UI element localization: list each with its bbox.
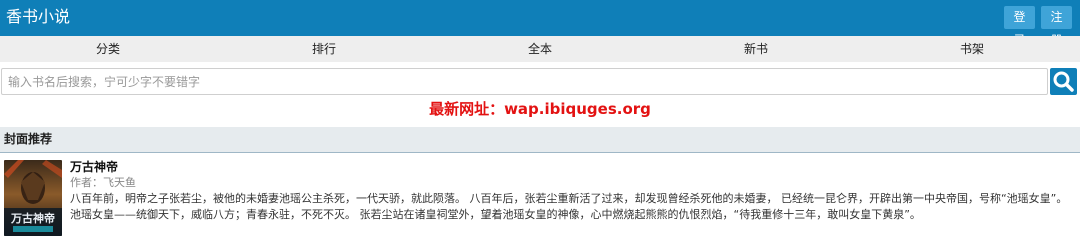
book-cover-text: 万古神帝 — [10, 211, 55, 225]
main-nav: 分类 排行 全本 新书 书架 — [0, 36, 1080, 62]
nav-item-bookshelf[interactable]: 书架 — [864, 36, 1080, 62]
nav-item-completed[interactable]: 全本 — [432, 36, 648, 62]
nav-item-new-books[interactable]: 新书 — [648, 36, 864, 62]
book-title[interactable]: 万古神帝 — [70, 159, 1076, 175]
book-cover[interactable]: 万古神帝 — [4, 160, 62, 236]
search-icon — [1053, 71, 1074, 92]
book-description: 八百年前，明帝之子张若尘，被他的未婚妻池瑶公主杀死，一代天骄，就此陨落。 八百年… — [70, 192, 1068, 221]
search-bar — [0, 67, 1080, 96]
section-title: 封面推荐 — [4, 132, 53, 146]
login-button[interactable]: 登录 — [1004, 6, 1035, 47]
section-header: 封面推荐 — [0, 127, 1080, 153]
book-cover-image: 万古神帝 — [4, 160, 62, 236]
search-input[interactable] — [1, 68, 1048, 95]
register-button[interactable]: 注册 — [1041, 6, 1072, 47]
top-header: 香书小说 登录 注册 — [0, 0, 1080, 47]
nav-item-ranking[interactable]: 排行 — [216, 36, 432, 62]
featured-book: 万古神帝 万古神帝 作者：飞天鱼 八百年前，明帝之子张若尘，被他的未婚妻池瑶公主… — [0, 156, 1080, 250]
site-title[interactable]: 香书小说 — [6, 6, 70, 28]
search-button[interactable] — [1050, 68, 1077, 95]
book-info: 万古神帝 作者：飞天鱼 八百年前，明帝之子张若尘，被他的未婚妻池瑶公主杀死，一代… — [70, 159, 1076, 223]
nav-item-category[interactable]: 分类 — [0, 36, 216, 62]
latest-url-notice: 最新网址：wap.ibiquges.org — [429, 100, 651, 118]
book-author: 作者：飞天鱼 — [70, 176, 136, 189]
